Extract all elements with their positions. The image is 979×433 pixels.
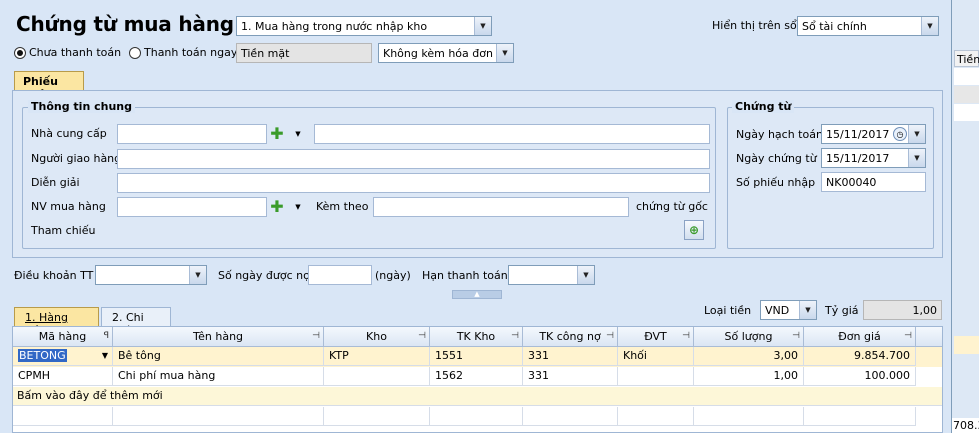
column-header[interactable]: Mã hàng ꟼ (13, 327, 113, 347)
buyer-input[interactable] (117, 197, 267, 217)
unpaid-label[interactable]: Chưa thanh toán (29, 46, 121, 59)
chevron-down-icon[interactable]: ▼ (496, 44, 513, 62)
chevron-down-icon[interactable]: ▼ (474, 17, 491, 35)
chevron-down-icon[interactable]: ▼ (189, 266, 206, 284)
table-cell[interactable]: 1,00 (694, 367, 804, 386)
pin-icon[interactable]: ⊣ (792, 327, 800, 346)
table-cell[interactable]: 1562 (430, 367, 523, 386)
chevron-down-icon[interactable]: ▼ (799, 301, 816, 319)
credit-days-label: Số ngày được nợ (218, 269, 310, 282)
currency-select[interactable]: VND ▼ (760, 300, 817, 320)
posting-date-input[interactable]: 15/11/2017 ◷ ▼ (821, 124, 926, 144)
table-cell[interactable]: 1551 (430, 347, 523, 366)
chevron-down-icon[interactable]: ▼ (288, 125, 308, 143)
table-cell[interactable]: 331 (523, 367, 618, 386)
pin-icon[interactable]: ꟼ (104, 327, 109, 346)
chevron-down-icon[interactable]: ▼ (577, 266, 594, 284)
table-cell[interactable]: 100.000 (804, 367, 916, 386)
column-header[interactable]: Đơn giá ⊣ (804, 327, 916, 347)
page-title: Chứng từ mua hàng (16, 12, 234, 36)
right-header-fragment: Tiền (957, 53, 979, 66)
payment-terms-label: Điều khoản TT (14, 269, 94, 282)
supplier-label: Nhà cung cấp (31, 127, 107, 140)
add-new-row[interactable]: Bấm vào đây để thêm mới (13, 387, 942, 406)
receipt-no-label: Số phiếu nhập (736, 176, 816, 189)
paid-now-radio[interactable] (129, 47, 141, 59)
column-header[interactable]: Tên hàng ⊣ (113, 327, 324, 347)
posting-date-label: Ngày hạch toán (736, 128, 823, 141)
table-cell[interactable]: CPMH (13, 367, 113, 386)
deliverer-input[interactable] (117, 149, 710, 169)
table-cell[interactable]: KTP (324, 347, 430, 366)
table-cell[interactable]: 9.854.700 (804, 347, 916, 366)
table-cell[interactable]: BETONG ▼ (13, 347, 113, 366)
table-cell[interactable]: 331 (523, 347, 618, 366)
chevron-down-icon[interactable]: ▼ (288, 198, 308, 216)
pin-icon[interactable]: ⊣ (418, 327, 426, 346)
column-header[interactable]: Kho ⊣ (324, 327, 430, 347)
display-in-book-label: Hiển thị trên sổ (712, 19, 797, 32)
exchange-rate-field: 1,00 (863, 300, 942, 320)
general-info-title: Thông tin chung (28, 100, 136, 113)
payment-terms-select[interactable]: ▼ (95, 265, 207, 285)
column-header[interactable]: TK công nợ ⊣ (523, 327, 618, 347)
table-cell[interactable] (324, 367, 430, 386)
display-in-book-select[interactable]: Sổ tài chính ▼ (797, 16, 939, 36)
deliverer-label: Người giao hàng (31, 152, 122, 165)
tab-expenses[interactable]: 2. Chi phí (101, 307, 171, 337)
credit-days-input[interactable] (308, 265, 372, 285)
reference-label: Tham chiếu (31, 224, 96, 237)
voucher-date-label: Ngày chứng từ (736, 152, 817, 165)
right-value-fragment: 708.3 (953, 419, 979, 432)
attached-label: Kèm theo (316, 200, 369, 213)
reference-search-icon[interactable]: ⊕ (684, 220, 704, 240)
tab-items-money[interactable]: 1. Hàng tiền (14, 307, 99, 337)
supplier-name-input[interactable] (314, 124, 710, 144)
paid-now-label[interactable]: Thanh toán ngay (144, 46, 237, 59)
pin-icon[interactable]: ⊣ (312, 327, 320, 346)
table-cell[interactable]: Chi phí mua hàng (113, 367, 324, 386)
buyer-label: NV mua hàng (31, 200, 106, 213)
pin-icon[interactable]: ⊣ (511, 327, 519, 346)
supplier-code-input[interactable] (117, 124, 267, 144)
voucher-date-input[interactable]: 15/11/2017 ▼ (821, 148, 926, 168)
table-cell[interactable]: Khối (618, 347, 694, 366)
column-header[interactable]: ĐVT ⊣ (618, 327, 694, 347)
items-grid: Mã hàng ꟼ Tên hàng ⊣ Kho ⊣ TK Kho ⊣ TK công … (12, 326, 943, 433)
chevron-down-icon[interactable]: ▼ (908, 125, 925, 143)
tab-receipt[interactable]: Phiếu nhập (14, 71, 84, 101)
invoice-option-select[interactable]: Không kèm hóa đơn ▼ (378, 43, 514, 63)
clock-icon[interactable]: ◷ (893, 127, 907, 141)
column-header[interactable]: TK Kho ⊣ (430, 327, 523, 347)
table-cell[interactable] (618, 367, 694, 386)
collapse-handle[interactable]: ▲ (452, 290, 502, 299)
description-label: Diễn giải (31, 176, 80, 189)
original-docs-label: chứng từ gốc (636, 200, 708, 213)
column-header[interactable]: Số lượng ⊣ (694, 327, 804, 347)
due-date-select[interactable]: ▼ (508, 265, 595, 285)
due-date-label: Hạn thanh toán (422, 269, 508, 282)
chevron-down-icon[interactable]: ▼ (921, 17, 938, 35)
receipt-no-input[interactable]: NK00040 (821, 172, 926, 192)
attached-input[interactable] (373, 197, 629, 217)
table-cell[interactable]: Bê tông (113, 347, 324, 366)
table-cell[interactable]: 3,00 (694, 347, 804, 366)
currency-label: Loại tiền (704, 304, 752, 317)
add-supplier-icon[interactable]: ✚ (268, 125, 286, 143)
chevron-down-icon[interactable]: ▼ (102, 347, 108, 365)
description-input[interactable] (117, 173, 710, 193)
unpaid-radio[interactable] (14, 47, 26, 59)
pin-icon[interactable]: ⊣ (682, 327, 690, 346)
purchase-type-select[interactable]: 1. Mua hàng trong nước nhập kho ▼ (236, 16, 492, 36)
add-buyer-icon[interactable]: ✚ (268, 198, 286, 216)
exchange-rate-label: Tỷ giá (825, 304, 859, 317)
pin-icon[interactable]: ⊣ (904, 327, 912, 346)
payment-method-field: Tiền mặt (236, 43, 372, 63)
pin-icon[interactable]: ⊣ (606, 327, 614, 346)
background-list-strip: Tiền 708.3 (952, 0, 979, 433)
days-unit-label: (ngày) (375, 269, 411, 282)
chevron-down-icon[interactable]: ▼ (908, 149, 925, 167)
voucher-title: Chứng từ (732, 100, 795, 113)
